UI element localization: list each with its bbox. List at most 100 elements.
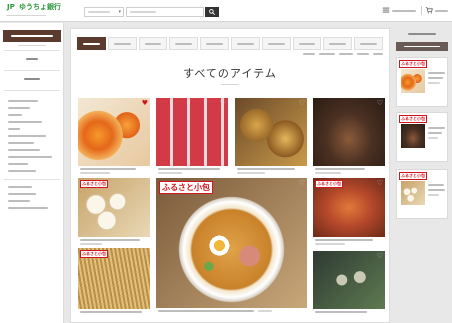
- sidebar-link[interactable]: [8, 200, 30, 202]
- mylist-item[interactable]: ふるさと小包: [396, 112, 448, 162]
- product-image[interactable]: ふるさと小包: [313, 178, 385, 237]
- category-tab[interactable]: [323, 37, 353, 50]
- search-category-select[interactable]: ▾: [84, 7, 124, 17]
- cart-link[interactable]: [435, 10, 448, 12]
- sidebar-link[interactable]: [8, 107, 30, 109]
- category-tab[interactable]: [292, 37, 322, 50]
- sort-option[interactable]: [339, 53, 353, 55]
- page: JP ゆうちょ銀行 ▾ すべてのアイテム ♥ ♡ ♡ ♡ ふるさと小包 ♡ ふる…: [0, 0, 452, 323]
- mylist-item[interactable]: ふるさと小包: [396, 57, 448, 107]
- heart-icon[interactable]: [377, 179, 383, 187]
- heart-icon[interactable]: [299, 99, 305, 107]
- product-name[interactable]: [313, 239, 385, 246]
- product-card-featured[interactable]: ふるさと小包: [156, 178, 307, 317]
- product-name[interactable]: [313, 311, 385, 318]
- sort-option[interactable]: [319, 53, 335, 55]
- category-tab[interactable]: [261, 37, 291, 50]
- page-title: すべてのアイテム: [183, 67, 277, 80]
- heart-icon[interactable]: [377, 99, 383, 107]
- site-logo[interactable]: ゆうちょ銀行: [19, 3, 61, 12]
- category-tab[interactable]: [77, 37, 106, 50]
- product-image[interactable]: ふるさと小包: [78, 178, 150, 237]
- category-tab[interactable]: [230, 37, 260, 50]
- product-name[interactable]: [235, 168, 307, 175]
- heart-icon[interactable]: [142, 99, 148, 107]
- sidebar-link[interactable]: [8, 128, 20, 130]
- sidebar-all-items-button[interactable]: [3, 30, 61, 42]
- product-image[interactable]: [313, 98, 385, 166]
- main-content: すべてのアイテム ♥ ♡ ♡ ♡ ふるさと小包 ♡ ふるさと小包 ♡ ふるさと小…: [70, 28, 390, 323]
- logo-tagline: [6, 15, 46, 16]
- product-card[interactable]: ふるさと小包: [78, 178, 150, 246]
- heart-icon[interactable]: [142, 179, 148, 187]
- product-image[interactable]: [235, 98, 307, 166]
- sidebar-link[interactable]: [8, 193, 36, 195]
- sidebar-link[interactable]: [8, 135, 46, 137]
- sidebar-link[interactable]: [8, 186, 32, 188]
- mylist-button[interactable]: [396, 42, 448, 51]
- sidebar-link[interactable]: [8, 170, 36, 172]
- sidebar-link[interactable]: [8, 156, 52, 158]
- chevron-down-icon: ▾: [118, 9, 121, 15]
- search-input[interactable]: [126, 7, 204, 17]
- search-button[interactable]: [205, 7, 219, 17]
- heart-icon[interactable]: [299, 179, 305, 187]
- left-sidebar: [0, 23, 64, 323]
- site-header: JP ゆうちょ銀行 ▾: [0, 0, 452, 22]
- sort-option[interactable]: [373, 53, 383, 55]
- sidebar-link[interactable]: [8, 207, 48, 209]
- heart-icon[interactable]: [377, 252, 383, 260]
- mylist-item-image[interactable]: [401, 69, 425, 93]
- product-image[interactable]: ふるさと小包: [78, 248, 150, 309]
- product-image[interactable]: [156, 98, 228, 166]
- cart-icon[interactable]: [425, 6, 433, 14]
- sidebar-link[interactable]: [8, 121, 42, 123]
- product-card[interactable]: ふるさと小包: [78, 248, 150, 318]
- product-card[interactable]: [156, 98, 228, 175]
- product-card[interactable]: [313, 98, 385, 175]
- product-image[interactable]: [78, 98, 150, 166]
- sidebar-section-2[interactable]: [4, 71, 60, 89]
- product-image[interactable]: [313, 251, 385, 309]
- sidebar-link[interactable]: [8, 142, 34, 144]
- search-icon: [209, 9, 215, 15]
- heart-icon[interactable]: [220, 99, 226, 107]
- category-tab[interactable]: [169, 37, 199, 50]
- category-tabs: [77, 37, 383, 50]
- jp-logo-icon[interactable]: JP: [6, 3, 16, 12]
- product-card[interactable]: [78, 98, 150, 175]
- sidebar-link[interactable]: [8, 149, 40, 151]
- furusato-badge: ふるさと小包: [80, 250, 108, 258]
- mylist-item-image[interactable]: [401, 124, 425, 148]
- product-name[interactable]: [78, 239, 150, 246]
- menu-icon[interactable]: [382, 6, 390, 14]
- page-subtitle: [221, 84, 239, 85]
- furusato-badge: ふるさと小包: [315, 180, 343, 188]
- sort-option[interactable]: [357, 53, 369, 55]
- sidebar-section-1[interactable]: [4, 51, 60, 69]
- furusato-badge: ふるさと小包: [399, 60, 427, 68]
- mylist-heading: [408, 33, 436, 35]
- mylist-item[interactable]: ふるさと小包: [396, 169, 448, 219]
- product-name[interactable]: [78, 168, 150, 175]
- mylist-item-image[interactable]: [401, 181, 425, 205]
- category-tab[interactable]: [107, 37, 137, 50]
- sidebar-note: [18, 45, 46, 46]
- category-tab[interactable]: [200, 37, 229, 50]
- header-divider: [421, 6, 422, 15]
- category-tab[interactable]: [138, 37, 168, 50]
- category-tab[interactable]: [354, 37, 383, 50]
- product-card[interactable]: ふるさと小包: [313, 178, 385, 246]
- product-name[interactable]: [156, 168, 228, 175]
- member-link[interactable]: [392, 10, 416, 12]
- sidebar-link[interactable]: [8, 100, 38, 102]
- product-name[interactable]: [156, 310, 307, 317]
- product-card[interactable]: [235, 98, 307, 175]
- product-card[interactable]: [313, 251, 385, 318]
- product-name[interactable]: [78, 311, 150, 318]
- sidebar-link[interactable]: [8, 114, 22, 116]
- product-name[interactable]: [313, 168, 385, 175]
- product-image[interactable]: ふるさと小包: [156, 178, 307, 308]
- sidebar-link[interactable]: [8, 163, 28, 165]
- heart-icon[interactable]: [142, 249, 148, 257]
